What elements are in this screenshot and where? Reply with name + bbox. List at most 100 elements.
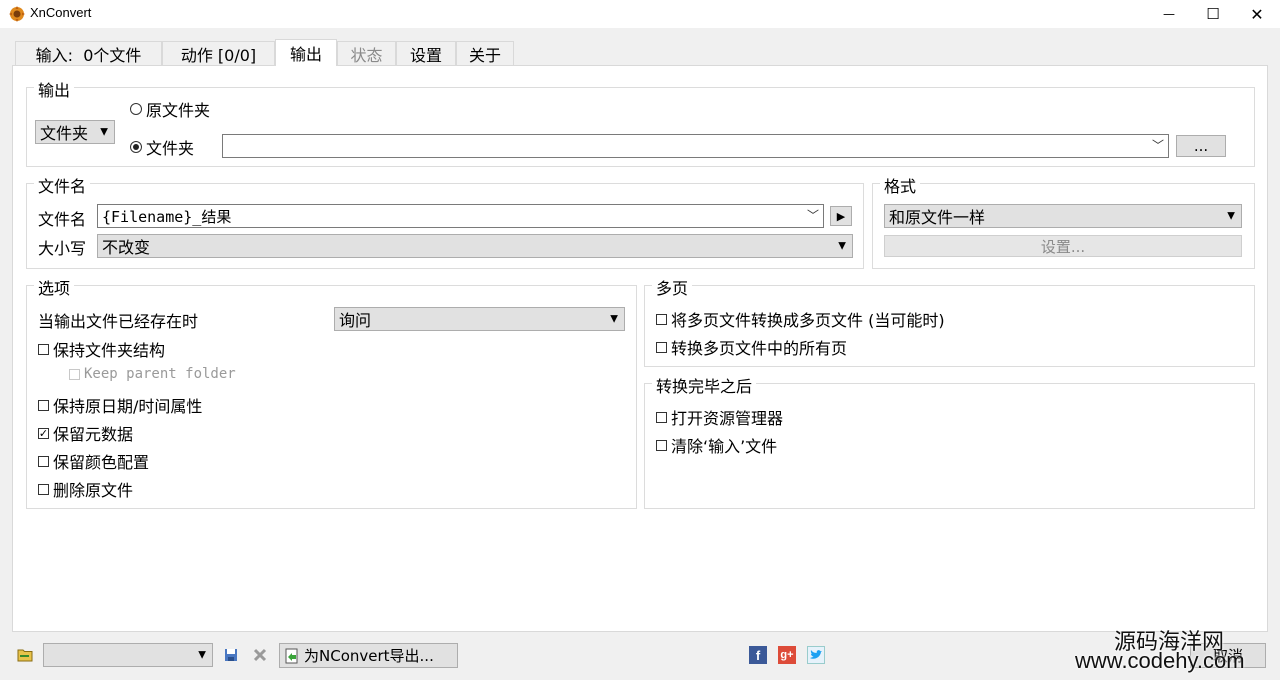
close-button[interactable]: ✕: [1234, 0, 1280, 28]
dropdown-arrow-icon: ▼: [610, 313, 618, 325]
browse-button-label: ...: [1193, 137, 1209, 155]
tab-input-label: 输入: 0个文件: [35, 45, 142, 65]
folder-path-input[interactable]: ﹀: [222, 134, 1169, 158]
filename-pattern-input[interactable]: {Filename}_结果 ﹀: [97, 204, 824, 228]
filename-label: 文件名: [38, 210, 87, 229]
convert-multipage-checkbox[interactable]: 将多页文件转换成多页文件 (当可能时): [656, 307, 945, 331]
twitter-icon[interactable]: [807, 646, 825, 664]
checkbox-icon: [656, 411, 667, 423]
delete-original-checkbox[interactable]: 删除原文件: [38, 477, 133, 501]
export-nconvert-button[interactable]: 为NConvert导出...: [279, 643, 458, 668]
case-select-value: 不改变: [102, 238, 151, 257]
save-icon[interactable]: [222, 646, 240, 664]
checkbox-icon: [38, 399, 49, 411]
chevron-down-icon: ﹀: [806, 208, 819, 223]
window-title: XnConvert: [30, 5, 92, 20]
browse-button[interactable]: ...: [1176, 135, 1226, 157]
tab-settings[interactable]: 设置: [396, 41, 456, 65]
dropdown-arrow-icon: ▼: [100, 126, 108, 138]
preset-select[interactable]: ▼: [43, 643, 213, 667]
facebook-icon[interactable]: f: [749, 646, 767, 664]
checkbox-icon: [69, 368, 80, 380]
dropdown-arrow-icon: ▼: [838, 240, 846, 252]
export-nconvert-label: 为NConvert导出...: [304, 647, 434, 665]
tab-about-label: 关于: [468, 45, 501, 65]
tab-settings-label: 设置: [409, 45, 442, 65]
open-explorer-checkbox[interactable]: 打开资源管理器: [656, 405, 783, 429]
keep-folder-structure-checkbox[interactable]: 保持文件夹结构: [38, 337, 165, 361]
convert-all-pages-checkbox[interactable]: 转换多页文件中的所有页: [656, 335, 847, 359]
tab-output[interactable]: 输出: [275, 39, 337, 66]
filename-group-title: 文件名: [34, 173, 91, 197]
google-plus-icon[interactable]: g+: [778, 646, 796, 664]
tab-actions[interactable]: 动作 [0/0]: [162, 41, 275, 65]
checkbox-icon: [38, 343, 49, 355]
minimize-icon: —: [1163, 7, 1175, 21]
radio-original-folder-label: 原文件夹: [146, 101, 211, 120]
after-conversion-group-title: 转换完毕之后: [652, 373, 757, 397]
format-select[interactable]: 和原文件一样 ▼: [884, 204, 1242, 228]
xnconvert-logo-icon: [8, 5, 26, 23]
keep-parent-folder-label: Keep parent folder: [84, 366, 236, 382]
case-select[interactable]: 不改变 ▼: [97, 234, 853, 258]
play-arrow-icon: ▶: [836, 209, 846, 223]
file-exists-label: 当输出文件已经存在时: [38, 312, 199, 331]
keep-datetime-checkbox[interactable]: 保持原日期/时间属性: [38, 393, 202, 417]
keep-color-profile-checkbox[interactable]: 保留颜色配置: [38, 449, 149, 473]
open-folder-icon[interactable]: [16, 646, 34, 664]
radio-icon: [130, 103, 142, 115]
file-exists-select[interactable]: 询问 ▼: [334, 307, 625, 331]
export-script-icon: [284, 648, 300, 664]
radio-selected-icon: [130, 141, 142, 153]
filename-pattern-value: {Filename}_结果: [102, 207, 232, 226]
tab-actions-label: 动作 [0/0]: [180, 45, 257, 65]
keep-metadata-checkbox[interactable]: ✓ 保留元数据: [38, 421, 133, 445]
keep-folder-structure-label: 保持文件夹结构: [53, 341, 166, 360]
close-icon: ✕: [1250, 4, 1264, 24]
checkbox-icon: [656, 313, 667, 325]
minimize-button[interactable]: —: [1146, 0, 1192, 28]
destination-select-value: 文件夹: [40, 124, 89, 143]
delete-icon[interactable]: [251, 646, 269, 664]
tab-output-label: 输出: [289, 45, 322, 64]
title-bar: [0, 0, 1280, 28]
convert-multipage-label: 将多页文件转换成多页文件 (当可能时): [671, 311, 945, 330]
tab-input[interactable]: 输入: 0个文件: [15, 41, 162, 65]
destination-select[interactable]: 文件夹 ▼: [35, 120, 115, 144]
convert-all-pages-label: 转换多页文件中的所有页: [671, 339, 848, 358]
checkbox-icon: [38, 483, 49, 495]
format-settings-label: 设置...: [1040, 237, 1086, 256]
insert-token-button[interactable]: ▶: [830, 206, 852, 226]
multipage-group-title: 多页: [652, 275, 693, 299]
tab-about[interactable]: 关于: [456, 41, 514, 65]
dropdown-arrow-icon: ▼: [198, 649, 206, 661]
radio-original-folder[interactable]: 原文件夹: [130, 97, 210, 121]
watermark-url: www.codehy.com: [1075, 648, 1245, 673]
options-group-title: 选项: [34, 275, 75, 299]
clear-input-checkbox[interactable]: 清除‘输入’文件: [656, 433, 777, 457]
checkbox-icon: [38, 455, 49, 467]
open-explorer-label: 打开资源管理器: [671, 409, 784, 428]
keep-parent-folder-checkbox: Keep parent folder: [69, 366, 236, 382]
keep-datetime-label: 保持原日期/时间属性: [53, 397, 203, 416]
output-group-title: 输出: [34, 77, 75, 101]
radio-folder-label: 文件夹: [146, 139, 195, 158]
chevron-down-icon: ﹀: [1151, 138, 1164, 153]
file-exists-value: 询问: [339, 311, 372, 330]
tab-status-label: 状态: [350, 45, 383, 65]
maximize-icon: ☐: [1206, 5, 1220, 23]
tab-status: 状态: [337, 41, 396, 65]
checkbox-checked-icon: ✓: [38, 426, 49, 440]
maximize-button[interactable]: ☐: [1190, 0, 1236, 28]
format-settings-button: 设置...: [884, 235, 1242, 257]
format-select-value: 和原文件一样: [889, 208, 986, 227]
delete-original-label: 删除原文件: [53, 481, 134, 500]
clear-input-label: 清除‘输入’文件: [671, 437, 778, 456]
keep-color-profile-label: 保留颜色配置: [53, 453, 150, 472]
checkbox-icon: [656, 439, 667, 451]
radio-folder[interactable]: 文件夹: [130, 135, 194, 159]
format-group-title: 格式: [880, 173, 921, 197]
dropdown-arrow-icon: ▼: [1227, 210, 1235, 222]
keep-metadata-label: 保留元数据: [53, 425, 134, 444]
case-label: 大小写: [38, 239, 87, 258]
